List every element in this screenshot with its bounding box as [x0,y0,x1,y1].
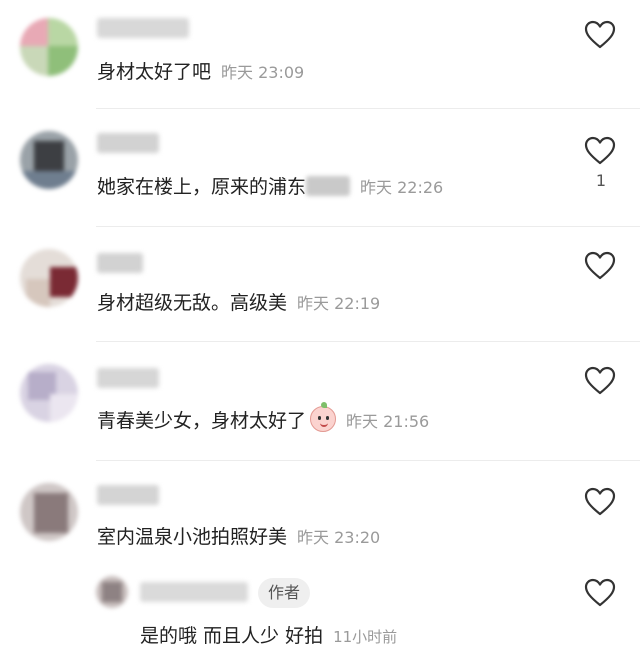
comment-text: 室内温泉小池拍照好美 昨天 23:20 [97,525,380,550]
heart-icon[interactable] [584,578,616,608]
comment-item[interactable]: 身材超级无敌。高级美 昨天 22:19 [0,227,640,341]
username-blurred[interactable] [97,368,159,388]
comment-time: 昨天 21:56 [346,412,430,431]
comment-text: 身材超级无敌。高级美 昨天 22:19 [97,291,380,316]
avatar[interactable] [20,131,78,189]
comment-item[interactable]: 青春美少女，身材太好了 昨天 21:56 [0,342,640,460]
comment-body: 身材超级无敌。高级美 [97,292,288,314]
blurred-text [306,176,351,196]
author-badge: 作者 [258,578,311,608]
comment-item[interactable]: 身材太好了吧 昨天 23:09 [0,0,640,108]
comment-body: 她家在楼上，原来的浦东 [97,176,307,198]
comment-text: 她家在楼上，原来的浦东 昨天 22:26 [97,175,443,200]
comment-body: 室内温泉小池拍照好美 [97,526,288,548]
username-blurred[interactable] [97,253,143,273]
comment-time: 昨天 22:26 [360,178,444,197]
like-count: 1 [595,171,606,190]
reply-avatar[interactable] [96,576,128,608]
comment-body: 青春美少女，身材太好了 [97,410,307,432]
reply-text: 是的哦 而且人少 好拍 11小时前 [140,624,397,649]
comment-time: 昨天 23:09 [221,63,305,82]
username-blurred[interactable] [97,133,159,153]
heart-icon[interactable] [584,136,616,166]
avatar[interactable] [20,483,78,541]
heart-icon[interactable] [584,366,616,396]
comment-time: 昨天 22:19 [297,294,381,313]
reply-username-blurred[interactable] [140,582,248,602]
username-blurred[interactable] [97,18,189,38]
comment-time: 昨天 23:20 [297,528,381,547]
reply-body: 是的哦 而且人少 好拍 [140,625,324,647]
username-blurred[interactable] [97,485,159,505]
avatar[interactable] [20,364,78,422]
heart-icon[interactable] [584,20,616,50]
heart-icon[interactable] [584,487,616,517]
avatar[interactable] [20,18,78,76]
peach-face-emoji [310,402,337,432]
avatar[interactable] [20,249,78,307]
comment-text: 青春美少女，身材太好了 昨天 21:56 [97,402,430,434]
heart-icon[interactable] [584,251,616,281]
comment-item[interactable]: 她家在楼上，原来的浦东 昨天 22:26 1 [0,109,640,226]
comment-body: 身材太好了吧 [97,61,212,83]
reply-time: 11小时前 [333,628,398,646]
comment-text: 身材太好了吧 昨天 23:09 [97,60,304,85]
